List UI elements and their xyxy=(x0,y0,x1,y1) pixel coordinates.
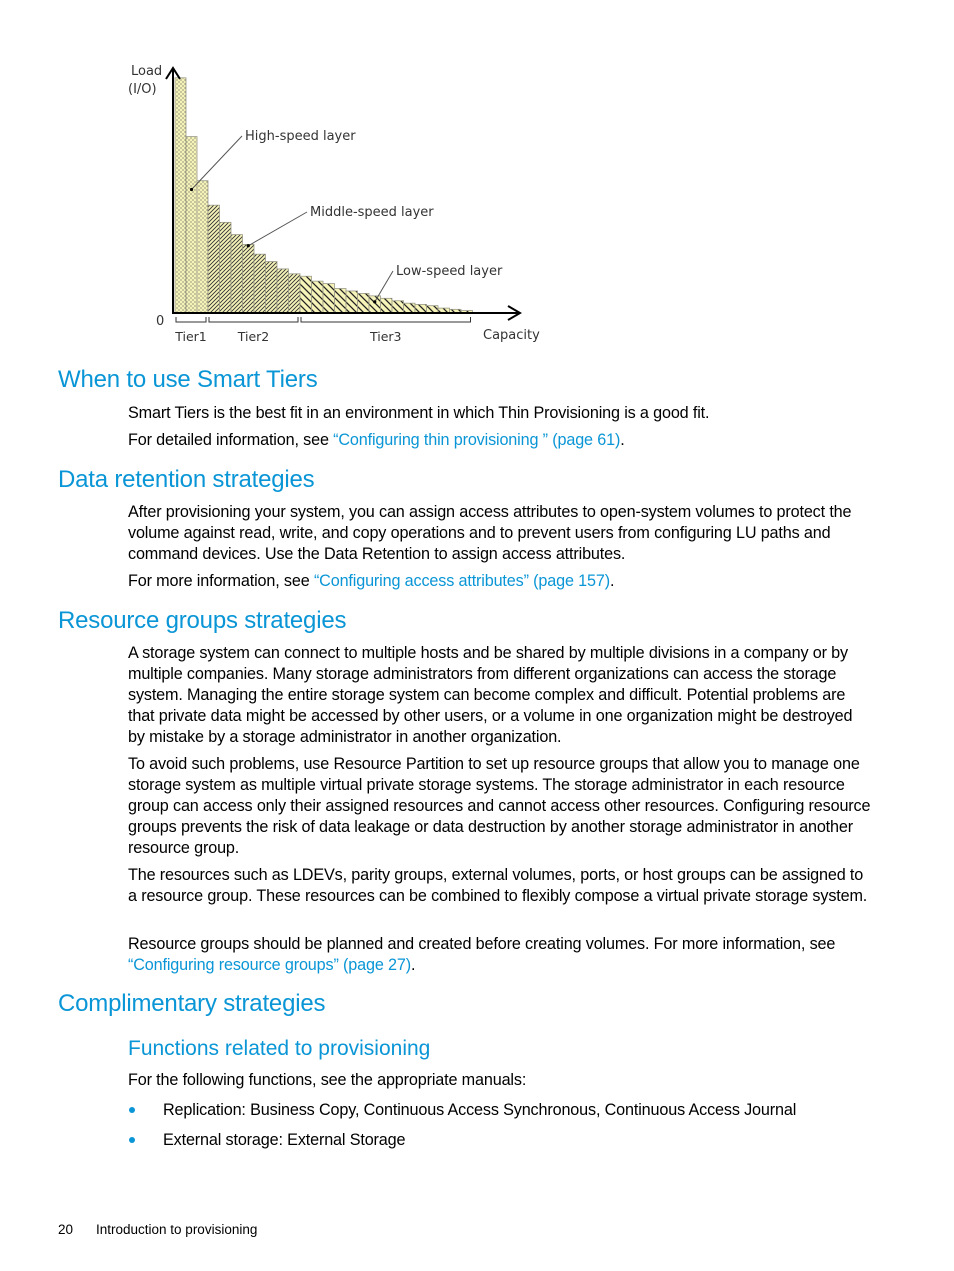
see-also-suffix: . xyxy=(410,956,416,974)
smart-tiers-paragraph: Smart Tiers is the best fit in an enviro… xyxy=(128,404,710,422)
see-also-suffix: . xyxy=(620,431,625,449)
bar-tier2-8 xyxy=(288,273,301,314)
bullet-text: Replication: Business Copy, Continuous A… xyxy=(163,1101,797,1119)
heading-complimentary-strategies: Complimentary strategies xyxy=(58,990,326,1017)
tier-label-tier1: Tier1 xyxy=(174,329,207,344)
bar-tier3-7 xyxy=(368,295,381,314)
smart-tiers-load-chart: Load (I/O) 0 Capacity Tier1 Tier2 Tier3 Hi… xyxy=(128,64,540,344)
see-also-suffix: . xyxy=(609,572,615,590)
bar-tier3-3 xyxy=(322,283,335,314)
bar-tier3-5 xyxy=(345,290,358,314)
annotation-leader-3 xyxy=(374,270,394,303)
tier-brackets: Tier1 Tier2 Tier3 xyxy=(174,317,471,344)
heading-resource-groups-strategies: Resource groups strategies xyxy=(58,607,347,634)
smart-tiers-see-also: For detailed information, see “Configuri… xyxy=(128,430,873,451)
bar-tier2-4 xyxy=(242,243,255,314)
tier-label-tier2: Tier2 xyxy=(237,329,270,344)
resource-groups-paragraph-1: A storage system can connect to multiple… xyxy=(128,644,853,746)
bar-tier2-2 xyxy=(219,221,232,314)
bar-tier3-2 xyxy=(311,280,324,314)
bar-tier3-12 xyxy=(426,305,439,314)
bar-tier2-1 xyxy=(207,204,220,314)
page-number: 20 xyxy=(58,1222,74,1237)
origin-label: 0 xyxy=(156,314,164,329)
bar-tier2-3 xyxy=(230,234,243,314)
bar-tier1-2 xyxy=(185,136,198,314)
see-also-prefix: For detailed information, see xyxy=(128,431,334,449)
tier-label-tier3: Tier3 xyxy=(369,329,402,344)
bullet-text: External storage: External Storage xyxy=(163,1131,406,1149)
annotation-label-2: Middle-speed layer xyxy=(310,205,434,220)
link-configuring-resource-groups[interactable]: “Configuring resource groups” (page 27) xyxy=(128,956,411,974)
heading-data-retention-strategies: Data retention strategies xyxy=(58,466,315,493)
paragraph-text: Resource groups should be planned and cr… xyxy=(128,935,836,953)
functions-intro: For the following functions, see the app… xyxy=(128,1071,527,1089)
bar-tier3-6 xyxy=(357,292,370,314)
annotation-dot-2 xyxy=(246,244,250,248)
bar-tier3-4 xyxy=(334,288,347,314)
bracket-tier2 xyxy=(208,317,299,323)
bracket-tier1 xyxy=(175,317,207,323)
bar-tier3-9 xyxy=(391,300,404,314)
resource-groups-paragraph-4: Resource groups should be planned and cr… xyxy=(128,934,873,976)
bar-tier2-6 xyxy=(265,261,278,314)
bullet-icon xyxy=(129,1137,135,1143)
footer-chapter-title: Introduction to provisioning xyxy=(96,1222,258,1237)
bar-tier2-7 xyxy=(276,268,289,314)
y-axis-label-line1: Load xyxy=(131,64,162,79)
y-axis-label-line2: (I/O) xyxy=(128,82,157,97)
bar-tier3-11 xyxy=(414,304,427,314)
annotation-label-3: Low-speed layer xyxy=(396,264,503,279)
x-axis-label: Capacity xyxy=(483,328,540,343)
data-retention-paragraph: After provisioning your system, you can … xyxy=(128,503,852,563)
bar-tier3-8 xyxy=(380,297,393,314)
bar-tier3-10 xyxy=(403,302,416,314)
resource-groups-paragraph-2: To avoid such problems, use Resource Par… xyxy=(128,755,871,857)
bar-tier2-5 xyxy=(253,253,266,314)
subheading-functions-related: Functions related to provisioning xyxy=(128,1037,431,1060)
bar-tier3-1 xyxy=(299,275,312,314)
see-also-prefix: For more information, see xyxy=(128,572,314,590)
bar-tier1-1 xyxy=(174,77,187,314)
bar-tier1-3 xyxy=(196,180,209,314)
link-configuring-thin-provisioning[interactable]: “Configuring thin provisioning ” (page 6… xyxy=(333,431,620,449)
bullet-icon xyxy=(129,1107,135,1113)
bracket-tier3 xyxy=(300,317,471,323)
annotation-label-1: High-speed layer xyxy=(245,129,356,144)
resource-groups-paragraph-3: The resources such as LDEVs, parity grou… xyxy=(128,866,868,905)
annotation-leader-2 xyxy=(248,211,308,247)
data-retention-see-also: For more information, see “Configuring a… xyxy=(128,571,873,592)
heading-when-to-use-smart-tiers: When to use Smart Tiers xyxy=(58,366,318,393)
annotation-dot-1 xyxy=(189,187,194,192)
link-configuring-access-attributes[interactable]: “Configuring access attributes” (page 15… xyxy=(314,572,610,590)
annotation-leader-1 xyxy=(191,135,243,190)
annotation-dot-3 xyxy=(373,300,377,304)
